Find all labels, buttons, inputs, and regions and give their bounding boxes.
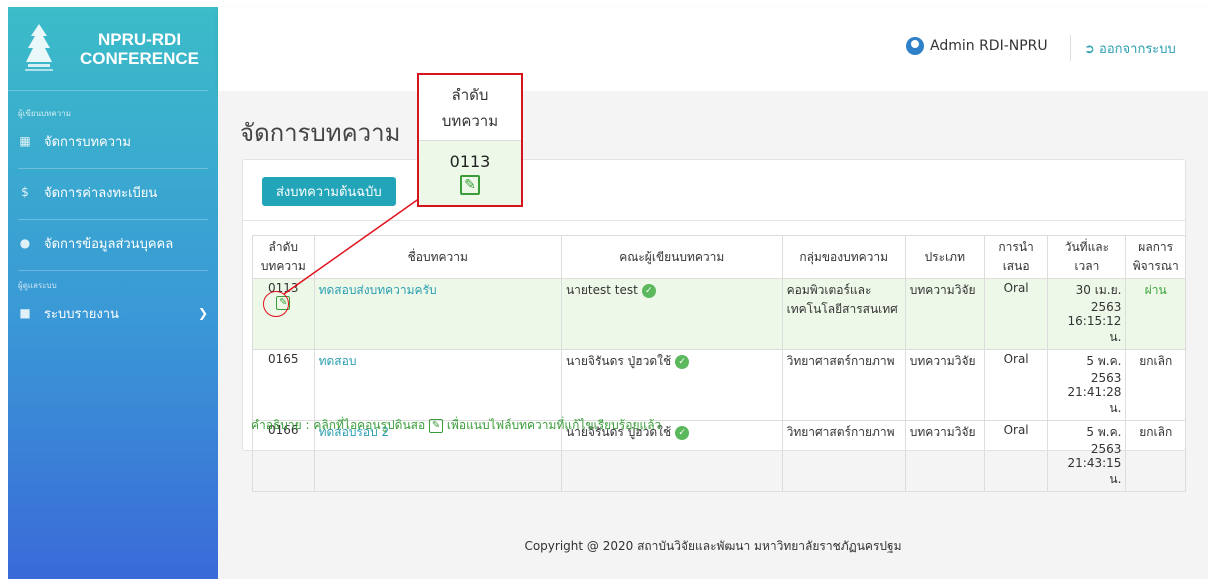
date: 5 พ.ค. 2563 [1086,354,1122,385]
header-presentation: การนำเสนอ [983,235,1049,279]
page-title: จัดการบทความ [240,119,401,147]
date: 5 พ.ค. 2563 [1086,425,1122,456]
footer-copyright: Copyright @ 2020 สถาบันวิจัยและพัฒนา มหา… [524,539,902,553]
callout-head1: ลำดับ [451,85,489,104]
sidebar-item-registration-fee[interactable]: $ จัดการค่าลงทะเบียน [8,175,218,209]
cell-presentation: Oral [983,278,1049,350]
brand[interactable]: NPRU-RDI CONFERENCE [8,7,208,91]
table-row: 0113 ✎ ทดสอบส่งบทความครับ นายtest test ✓ … [252,278,1186,350]
article-title-link[interactable]: ทดสอบส่งบทความครับ [319,283,437,297]
section-title-author: ผู้เขียนบทความ [18,109,72,118]
edit-icon: ✎ [429,418,444,433]
author-name: นายจิรันดร ปู่ฮวดใช้ [565,354,672,368]
time: 16:15:12 น. [1067,314,1122,344]
cell-type: บทความวิจัย [904,420,985,492]
cell-group: คอมพิวเตอร์และเทคโนโลยีสารสนเทศ [781,278,906,350]
header-authors: คณะผู้เขียนบทความ [560,235,783,279]
cell-title: ทดสอบ [313,349,562,421]
callout-head2: บทความ [441,111,499,130]
header-group: กลุ่มของบทความ [781,235,906,279]
time: 21:41:28 น. [1067,385,1122,415]
brand-line1: NPRU-RDI [97,29,182,49]
logout-link[interactable]: ➲ ออกจากระบบ [1084,38,1176,59]
articles-table: ลำดับ บทความ ชื่อบทความ คณะผู้เขียนบทควา… [252,235,1186,492]
check-circle-icon: ✓ [675,425,690,440]
time: 21:43:15 น. [1067,456,1122,486]
callout-zoom-box: ลำดับ บทความ 0113 ✎ [417,73,523,207]
table-row: 0165 ทดสอบ นายจิรันดร ปู่ฮวดใช้ ✓ วิทยาศา… [252,349,1186,421]
edit-icon: ✎ [460,174,480,195]
header-result: ผลการ พิจารณา [1125,235,1186,279]
cell-result: ยกเลิก [1125,349,1186,421]
header-type: ประเภท [904,235,985,279]
folder-icon: ■ [19,306,31,320]
cell-group: วิทยาศาสตร์กายภาพ [781,420,906,492]
divider [18,168,208,169]
callout-no: 0113 [449,151,491,171]
cell-type: บทความวิจัย [904,278,985,350]
logout-icon: ➲ [1084,42,1095,57]
brand-title: NPRU-RDI CONFERENCE [80,30,199,68]
university-logo-icon [25,23,53,71]
admin-name: Admin RDI-NPRU [930,38,1048,54]
dollar-icon: $ [21,185,29,199]
sidebar-item-personal-info[interactable]: ● จัดการข้อมูลส่วนบุคคล [8,226,218,260]
cell-author: นายtest test ✓ [560,278,783,350]
main-content: จัดการบทความ ส่งบทความต้นฉบับ ลำดับ บทคว… [218,91,1208,579]
sidebar-item-report[interactable]: ■ ระบบรายงาน ❯ [8,296,218,330]
cell-author: นายจิรันดร ปู่ฮวดใช้ ✓ [560,349,783,421]
sidebar-item-label: จัดการข้อมูลส่วนบุคคล [44,236,174,252]
cell-title: ทดสอบส่งบทความครับ [313,278,562,350]
admin-user[interactable]: Admin RDI-NPRU [906,37,1048,55]
header-title: ชื่อบทความ [313,235,562,279]
cell-datetime: 5 พ.ค. 2563 21:43:15 น. [1047,420,1127,492]
header-datetime: วันที่และเวลา [1047,235,1127,279]
sidebar: NPRU-RDI CONFERENCE ผู้เขียนบทความ ▦ จัด… [8,7,218,579]
cell-presentation: Oral [983,349,1049,421]
logout-label: ออกจากระบบ [1099,42,1176,57]
cell-datetime: 5 พ.ค. 2563 21:41:28 น. [1047,349,1127,421]
sidebar-item-label: จัดการบทความ [44,134,131,150]
articles-card: ส่งบทความต้นฉบับ ลำดับ บทความ ชื่อบทความ… [242,159,1186,492]
cell-datetime: 30 เม.ย. 2563 16:15:12 น. [1047,278,1127,350]
help-note: คำอธิบาย : คลิกที่ไอคอนรูปดินสอ ✎ เพื่อแ… [251,416,661,435]
sidebar-item-label: ระบบรายงาน [44,306,119,322]
table-header-row: ลำดับ บทความ ชื่อบทความ คณะผู้เขียนบทควา… [252,235,1186,279]
divider [18,219,208,220]
cell-result: ยกเลิก [1125,420,1186,492]
note-after: เพื่อแนบไฟล์บทความที่แก้ไขเรียบร้อยแล้ว [446,418,662,432]
sidebar-item-label: จัดการค่าลงทะเบียน [44,185,158,201]
cell-group: วิทยาศาสตร์กายภาพ [781,349,906,421]
user-circle-icon [906,37,924,55]
article-title-link[interactable]: ทดสอบ [319,354,357,368]
sidebar-item-manage-articles[interactable]: ▦ จัดการบทความ [8,124,218,158]
callout-body: 0113 ✎ [419,141,521,205]
check-circle-icon: ✓ [675,354,690,369]
chevron-right-icon: ❯ [197,306,208,320]
note-before: คำอธิบาย : คลิกที่ไอคอนรูปดินสอ [251,418,426,432]
author-name: นายtest test [565,283,638,297]
cell-result: ผ่าน [1125,278,1186,350]
cell-presentation: Oral [983,420,1049,492]
date: 30 เม.ย. 2563 [1075,283,1122,314]
divider [1070,35,1071,61]
callout-circle [263,291,289,317]
section-title-admin: ผู้ดูแลระบบ [18,281,57,290]
callout-header: ลำดับ บทความ [419,75,521,141]
check-circle-icon: ✓ [641,283,656,298]
topbar: Admin RDI-NPRU ➲ ออกจากระบบ [218,7,1208,91]
brand-line2: CONFERENCE [80,48,200,68]
user-icon: ● [19,236,31,250]
table-icon: ▦ [19,134,31,148]
submit-original-article-button[interactable]: ส่งบทความต้นฉบับ [262,177,396,206]
divider [243,220,1185,221]
cell-type: บทความวิจัย [904,349,985,421]
header-article-no: ลำดับ บทความ [252,235,315,279]
cell-no: 0165 [252,349,315,421]
